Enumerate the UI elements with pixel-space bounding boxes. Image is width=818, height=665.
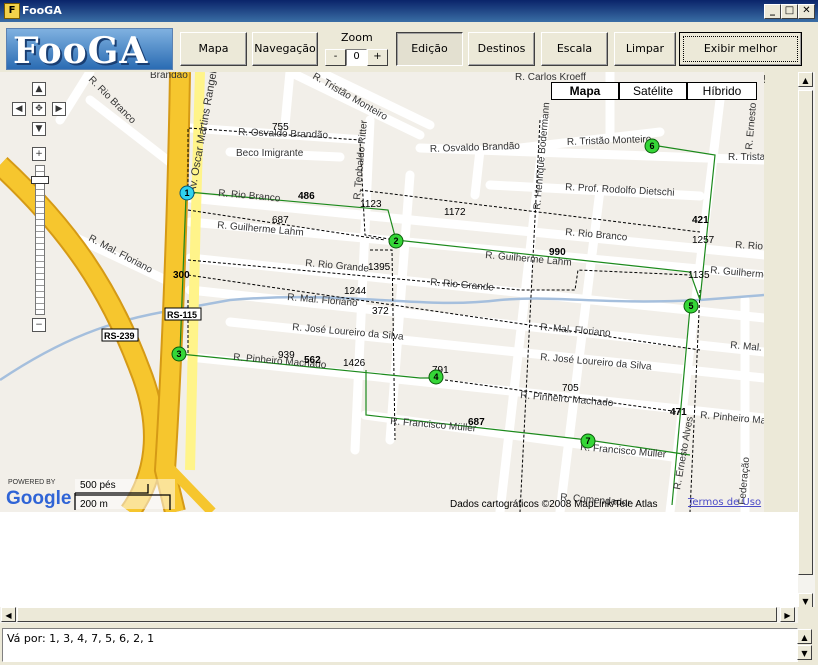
street-label: Brandão	[150, 72, 188, 81]
map-canvas-blank	[0, 512, 798, 607]
scroll-thumb-h[interactable]	[17, 607, 777, 622]
powered-by-label: POWERED BY	[8, 479, 56, 486]
route-distance: 755	[272, 122, 289, 133]
map-type-satelite[interactable]: Satélite	[619, 82, 687, 100]
map-type-mapa[interactable]: Mapa	[551, 82, 619, 100]
route-distance: 562	[304, 355, 321, 366]
pan-right-icon[interactable]: ▶	[52, 102, 66, 116]
route-distance: 687	[468, 417, 485, 428]
horizontal-scrollbar[interactable]: ◀ ▶	[0, 607, 798, 623]
waypoint-5: 5	[688, 301, 693, 311]
route-distance: 1172	[444, 207, 466, 218]
waypoint-2: 2	[393, 236, 398, 246]
map-view[interactable]: R. Osvaldo Brandão Beco Imigrante R. Rio…	[0, 72, 764, 512]
route-distance: 421	[692, 215, 709, 226]
zoom-slider-handle[interactable]	[31, 176, 49, 184]
close-button[interactable]: ✕	[798, 4, 815, 19]
route-distance: 939	[278, 350, 295, 361]
scroll-left-icon[interactable]: ◀	[1, 607, 16, 622]
map-type-hibrido[interactable]: Híbrido	[687, 82, 757, 100]
route-distance: 1395	[368, 262, 391, 273]
street-label: Beco Imigrante	[236, 148, 304, 159]
route-distance: 990	[549, 247, 566, 258]
terms-link[interactable]: Termos de Uso	[688, 497, 761, 508]
route-output-textarea[interactable]: Vá por: 1, 3, 4, 7, 5, 6, 2, 1 ▲ ▼	[2, 628, 812, 662]
pan-left-icon[interactable]: ◀	[12, 102, 26, 116]
waypoint-3: 3	[176, 349, 181, 359]
route-distance: 372	[372, 306, 389, 317]
scroll-thumb[interactable]	[798, 90, 813, 575]
window-title: FooGA	[22, 4, 62, 17]
scroll-corner	[798, 607, 815, 623]
pan-down-icon[interactable]: ▼	[32, 122, 46, 136]
exibir-melhor-caminho-button[interactable]: Exibir melhor caminho!	[679, 32, 802, 86]
scroll-right-icon[interactable]: ▶	[780, 607, 795, 622]
scale-label-meters: 200 m	[80, 499, 108, 510]
waypoint-4: 4	[433, 372, 438, 382]
scroll-up-icon[interactable]: ▲	[798, 72, 813, 87]
zoom-level-field[interactable]: 0	[346, 49, 367, 66]
route-output-text: Vá por: 1, 3, 4, 7, 5, 6, 2, 1	[7, 632, 155, 645]
mapa-button[interactable]: Mapa	[180, 32, 247, 66]
vertical-scrollbar[interactable]: ▲ ▼	[798, 72, 815, 608]
minimize-button[interactable]: _	[764, 4, 781, 19]
escala-button[interactable]: Escala	[541, 32, 608, 66]
output-scroll-up-icon[interactable]: ▲	[797, 629, 812, 644]
map-copyright: Dados cartográficos ©2008 MapLink/Tele A…	[450, 499, 657, 510]
zoom-out-icon[interactable]: −	[32, 318, 46, 332]
pan-center-icon[interactable]: ✥	[32, 102, 46, 116]
edicao-button[interactable]: Edição	[396, 32, 463, 66]
pan-up-icon[interactable]: ▲	[32, 82, 46, 96]
route-distance: 1123	[360, 199, 382, 210]
highway-shield-rs115: RS-115	[167, 310, 197, 320]
route-distance: 300	[173, 270, 190, 281]
maximize-button[interactable]: □	[781, 4, 798, 19]
limpar-button[interactable]: Limpar	[614, 32, 676, 66]
waypoint-7: 7	[585, 436, 590, 446]
destinos-button[interactable]: Destinos	[468, 32, 535, 66]
app-logo-icon: F	[4, 3, 20, 19]
zoom-slider-track[interactable]	[35, 165, 45, 315]
google-logo: Google	[6, 488, 71, 509]
scale-label-feet: 500 pés	[80, 480, 116, 491]
fooga-logo: FooGA	[6, 28, 173, 72]
output-scroll-down-icon[interactable]: ▼	[797, 645, 812, 660]
zoom-in-icon[interactable]: +	[32, 147, 46, 161]
zoom-label: Zoom	[341, 31, 373, 44]
route-distance: 1426	[343, 358, 366, 369]
zoom-in-button[interactable]: +	[367, 49, 388, 66]
street-label: R. Trista	[728, 152, 764, 163]
waypoint-6: 6	[649, 141, 654, 151]
route-distance: 471	[670, 407, 687, 418]
title-bar[interactable]: F FooGA _ □ ✕	[0, 0, 818, 22]
navegacao-button[interactable]: Navegação	[252, 32, 318, 66]
route-distance: 1135	[688, 270, 710, 281]
route-distance: 486	[298, 191, 315, 202]
scroll-down-icon[interactable]: ▼	[798, 593, 813, 608]
route-distance: 705	[562, 383, 579, 394]
zoom-out-button[interactable]: -	[325, 49, 346, 66]
route-distance: 1244	[344, 286, 367, 297]
route-distance: 687	[272, 215, 289, 226]
waypoint-1: 1	[184, 188, 189, 198]
route-distance: 1257	[692, 235, 715, 246]
highway-shield-rs239: RS-239	[104, 331, 135, 341]
